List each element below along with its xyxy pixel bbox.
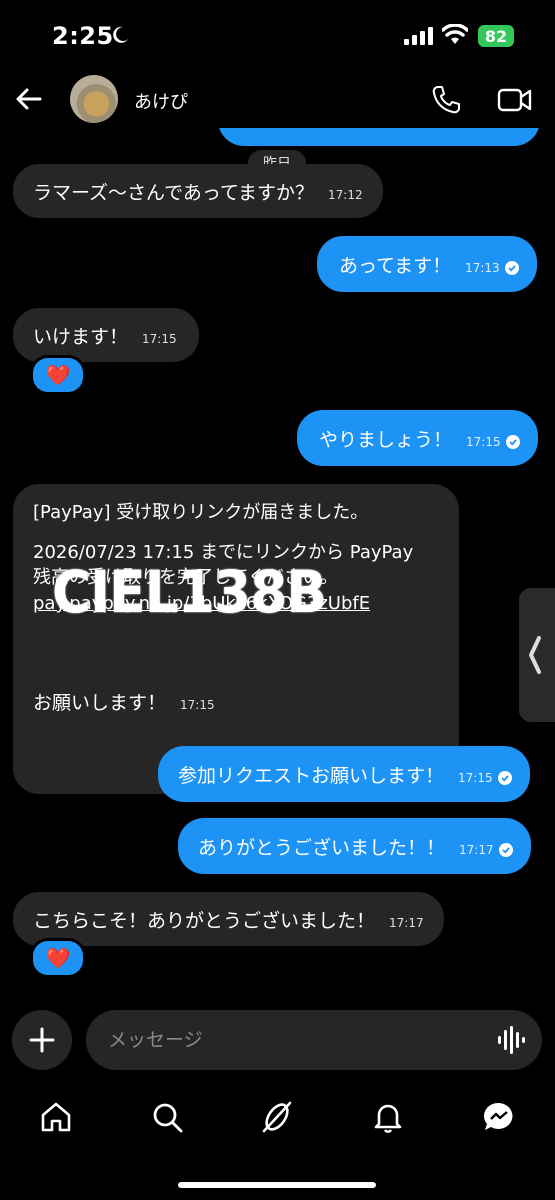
moon-icon [113, 26, 128, 43]
messages-icon[interactable] [482, 1100, 516, 1134]
message-time-label: 17:15 [458, 771, 493, 785]
message-text: 参加リクエストお願いします！ [178, 764, 445, 787]
message-outgoing[interactable]: 参加リクエストお願いします！ 17:15 [158, 746, 530, 802]
plus-icon [29, 1027, 55, 1053]
chat-header: あけぴ [0, 72, 555, 128]
message-outgoing[interactable]: あってます！ 17:13 [317, 236, 537, 292]
message-text: お願いします！ [33, 691, 167, 714]
message-text: ありがとうございました！！ [198, 836, 446, 859]
message-thread[interactable]: 昨日 ラマーズ〜さんであってますか？ 17:12 あってます！ 17:13 いけ… [0, 128, 555, 1000]
battery-level: 82 [484, 26, 508, 46]
watermark: CIEL138B [52, 558, 327, 626]
phone-icon[interactable] [430, 84, 462, 116]
message-time: 17:15 [180, 698, 215, 712]
wifi-icon [442, 24, 468, 44]
signal-icon [404, 27, 433, 45]
add-button[interactable] [12, 1010, 72, 1070]
message-time: 17:17 [389, 916, 424, 930]
message-time-label: 17:15 [180, 698, 215, 712]
message-time: 17:12 [328, 188, 363, 202]
message-time-label: 17:12 [328, 188, 363, 202]
message-outgoing[interactable]: やりましょう！ 17:15 [297, 410, 538, 466]
battery-indicator: 82 [478, 25, 514, 47]
message-text: あってます！ [339, 254, 452, 277]
message-incoming[interactable]: ラマーズ〜さんであってますか？ 17:12 [13, 164, 383, 218]
message-time-label: 17:17 [389, 916, 424, 930]
message-text: こちらこそ！ありがとうございました！ [33, 909, 376, 932]
bell-icon[interactable] [371, 1100, 405, 1134]
side-panel-handle[interactable] [519, 588, 555, 722]
message-input[interactable] [86, 1010, 542, 1070]
status-bar: 2:25 82 [0, 0, 555, 72]
chevron-left-icon [529, 636, 541, 674]
message-time: 17:15 [142, 332, 177, 346]
message-time: 17:15 [466, 435, 520, 449]
read-check-icon [497, 771, 512, 785]
message-time-label: 17:13 [465, 261, 500, 275]
message-text: いけます！ [33, 325, 129, 348]
waveform-icon[interactable] [496, 1026, 526, 1054]
message-composer [0, 1008, 555, 1072]
message-time-label: 17:15 [142, 332, 177, 346]
search-icon[interactable] [150, 1100, 184, 1134]
message-time-label: 17:15 [466, 435, 501, 449]
explore-icon[interactable] [260, 1100, 294, 1134]
paypay-title: [PayPay] 受け取りリンクが届きました。 [33, 502, 369, 523]
avatar[interactable] [70, 75, 118, 123]
message-text: ラマーズ〜さんであってますか？ [33, 181, 315, 204]
message-incoming[interactable]: こちらこそ！ありがとうございました！ 17:17 [13, 892, 444, 946]
contact-name[interactable]: あけぴ [134, 88, 188, 114]
heart-reaction-icon[interactable]: ❤️ [30, 938, 86, 978]
message-time: 17:13 [465, 261, 519, 275]
message-incoming[interactable]: いけます！ 17:15 [13, 308, 199, 362]
message-time: 17:15 [458, 771, 512, 785]
message-outgoing[interactable]: ありがとうございました！！ 17:17 [178, 818, 531, 874]
status-time: 2:25 [52, 22, 114, 50]
message-bubble-partial [218, 128, 540, 146]
home-indicator [178, 1182, 376, 1188]
home-icon[interactable] [39, 1100, 73, 1134]
read-check-icon [498, 843, 513, 857]
read-check-icon [505, 435, 520, 449]
bottom-tab-bar [0, 1090, 555, 1150]
back-arrow-icon[interactable] [14, 84, 44, 114]
video-camera-icon[interactable] [497, 86, 533, 114]
heart-reaction-icon[interactable]: ❤️ [30, 355, 86, 395]
message-time-label: 17:17 [459, 843, 494, 857]
message-incoming[interactable]: お願いします！ 17:15 [13, 674, 235, 728]
message-time: 17:17 [459, 843, 513, 857]
read-check-icon [504, 261, 519, 275]
message-text: やりましょう！ [319, 428, 453, 451]
